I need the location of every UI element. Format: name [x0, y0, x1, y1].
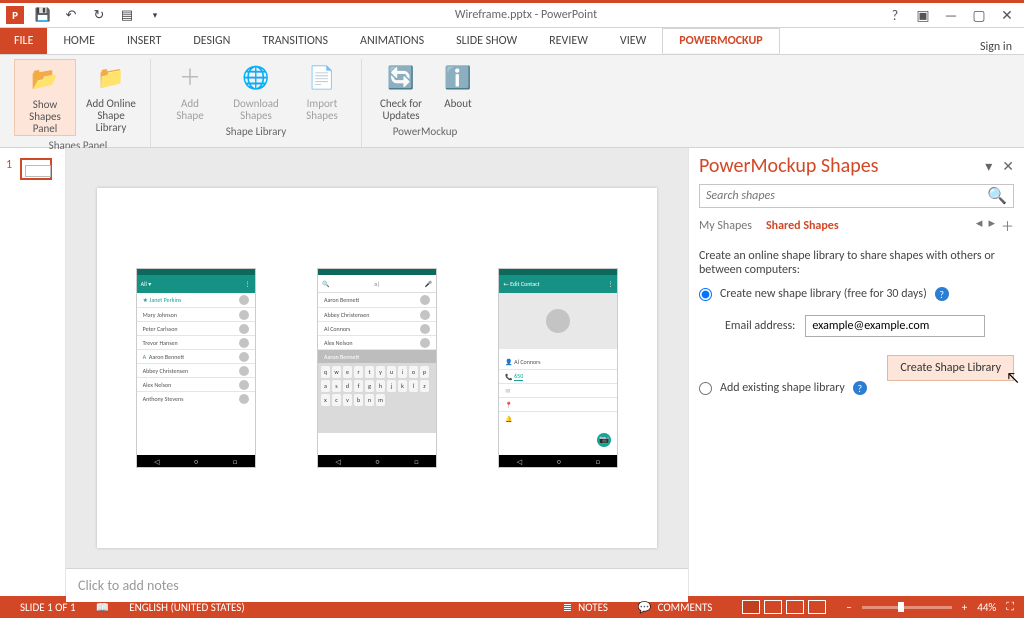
panel-close-icon[interactable]: ✕ [1002, 158, 1014, 175]
zoom-in-icon[interactable]: + [962, 601, 967, 614]
ribbon-tabs: FILE HOME INSERT DESIGN TRANSITIONS ANIM… [0, 28, 1024, 54]
tab-home[interactable]: HOME [47, 28, 111, 54]
titlebar: P 💾 ↶ ↻ ▤ ▾ Wireframe.pptx - PowerPoint … [0, 0, 1024, 28]
create-shape-library-button[interactable]: Create Shape Library [887, 355, 1014, 381]
add-shape-button: ＋ Add Shape [159, 59, 221, 122]
download-icon: 🌐 [239, 61, 273, 95]
slideshow-view-icon[interactable] [808, 600, 826, 614]
group-label: PowerMockup [393, 122, 458, 141]
start-from-beginning-icon[interactable]: ▤ [118, 6, 136, 24]
customize-qat-icon[interactable]: ▾ [146, 6, 164, 24]
phone-mockup-2: 🔍a|🎤 Aaron Bennett Abbey Christensen Al … [317, 268, 437, 468]
minimize-icon[interactable]: — [944, 7, 958, 24]
language-indicator[interactable]: ENGLISH (UNITED STATES) [119, 601, 254, 614]
sorter-view-icon[interactable] [764, 600, 782, 614]
help-icon[interactable]: ? [888, 7, 902, 24]
window-title: Wireframe.pptx - PowerPoint [164, 8, 888, 22]
nav-right-icon[interactable]: ▸ [988, 216, 995, 235]
panel-title: PowerMockup Shapes [699, 154, 878, 178]
nav-left-icon[interactable]: ◂ [976, 216, 983, 235]
tab-insert[interactable]: INSERT [111, 28, 177, 54]
ribbon-options-icon[interactable]: ▣ [916, 7, 930, 24]
ribbon: 📂 Show Shapes Panel 📁 Add Online Shape L… [0, 54, 1024, 148]
tab-view[interactable]: VIEW [604, 28, 662, 54]
search-shapes-input[interactable]: 🔍 [699, 184, 1014, 208]
import-icon: 📄 [305, 61, 339, 95]
close-icon[interactable]: ✕ [1000, 7, 1014, 24]
tab-slideshow[interactable]: SLIDE SHOW [440, 28, 533, 54]
slide-thumbnail[interactable] [20, 158, 52, 180]
fit-to-window-icon[interactable]: ⛶ [1006, 600, 1014, 614]
comments-toggle[interactable]: 💬 COMMENTS [628, 601, 722, 614]
tab-design[interactable]: DESIGN [177, 28, 246, 54]
info-icon: ℹ️ [441, 61, 475, 95]
zoom-level[interactable]: 44% [977, 601, 996, 614]
help-icon[interactable]: ? [853, 381, 867, 395]
folder-plus-icon: 📁 [94, 61, 128, 95]
add-icon[interactable]: ＋ [1001, 216, 1014, 235]
powermockup-shapes-panel: PowerMockup Shapes ▾ ✕ 🔍 My Shapes Share… [688, 148, 1024, 596]
phone-mockup-3: ← Edit Contact⋮ 📷 👤 Al Connors 📞 650 ✉ 📍… [498, 268, 618, 468]
show-shapes-panel-button[interactable]: 📂 Show Shapes Panel [14, 59, 76, 136]
panel-intro-text: Create an online shape library to share … [699, 249, 1014, 277]
save-icon[interactable]: 💾 [34, 6, 52, 24]
tab-animations[interactable]: ANIMATIONS [344, 28, 440, 54]
tab-powermockup[interactable]: POWERMOCKUP [662, 28, 779, 54]
redo-icon[interactable]: ↻ [90, 6, 108, 24]
slide-number: 1 [6, 158, 12, 172]
shared-shapes-tab[interactable]: Shared Shapes [766, 219, 839, 233]
plus-icon: ＋ [173, 61, 207, 95]
slide-indicator[interactable]: SLIDE 1 OF 1 [10, 601, 86, 614]
panel-menu-icon[interactable]: ▾ [985, 158, 992, 175]
slide-canvas[interactable]: All ▾⋮ ★ Janet Perkins Mary Johnson Pete… [66, 148, 688, 568]
download-shapes-button: 🌐 Download Shapes [225, 59, 287, 122]
slide-thumbnail-pane[interactable]: 1 [0, 148, 66, 596]
slide: All ▾⋮ ★ Janet Perkins Mary Johnson Pete… [97, 188, 657, 548]
maximize-icon[interactable]: ▢ [972, 7, 986, 24]
camera-fab-icon: 📷 [597, 433, 611, 447]
reading-view-icon[interactable] [786, 600, 804, 614]
my-shapes-tab[interactable]: My Shapes [699, 219, 752, 233]
import-shapes-button: 📄 Import Shapes [291, 59, 353, 122]
add-existing-library-label: Add existing shape library [720, 381, 845, 395]
email-label: Email address: [725, 319, 795, 333]
zoom-slider[interactable] [862, 606, 952, 609]
normal-view-icon[interactable] [742, 600, 760, 614]
notes-pane[interactable]: Click to add notes [66, 568, 688, 602]
email-field[interactable] [805, 315, 985, 337]
notes-toggle[interactable]: ≣ NOTES [553, 601, 618, 614]
about-button[interactable]: ℹ️ About [436, 59, 480, 122]
add-online-shape-library-button[interactable]: 📁 Add Online Shape Library [80, 59, 142, 136]
app-badge: P [6, 6, 24, 24]
group-label: Shape Library [226, 122, 287, 141]
search-icon[interactable]: 🔍 [981, 186, 1013, 206]
tab-review[interactable]: REVIEW [533, 28, 604, 54]
search-input[interactable] [700, 187, 981, 205]
undo-icon[interactable]: ↶ [62, 6, 80, 24]
check-for-updates-button[interactable]: 🔄 Check for Updates [370, 59, 432, 122]
create-new-library-radio[interactable] [699, 288, 712, 301]
add-existing-library-radio[interactable] [699, 382, 712, 395]
tab-transitions[interactable]: TRANSITIONS [246, 28, 344, 54]
spellcheck-icon[interactable]: 📖 [86, 601, 120, 614]
refresh-globe-icon: 🔄 [384, 61, 418, 95]
phone-mockup-1: All ▾⋮ ★ Janet Perkins Mary Johnson Pete… [136, 268, 256, 468]
zoom-out-icon[interactable]: − [846, 601, 851, 614]
create-new-library-label: Create new shape library (free for 30 da… [720, 287, 927, 301]
folder-open-icon: 📂 [28, 62, 62, 96]
help-icon[interactable]: ? [935, 287, 949, 301]
sign-in[interactable]: Sign in [980, 40, 1024, 54]
cursor-icon: ↖ [1006, 369, 1020, 388]
tab-file[interactable]: FILE [0, 28, 47, 54]
